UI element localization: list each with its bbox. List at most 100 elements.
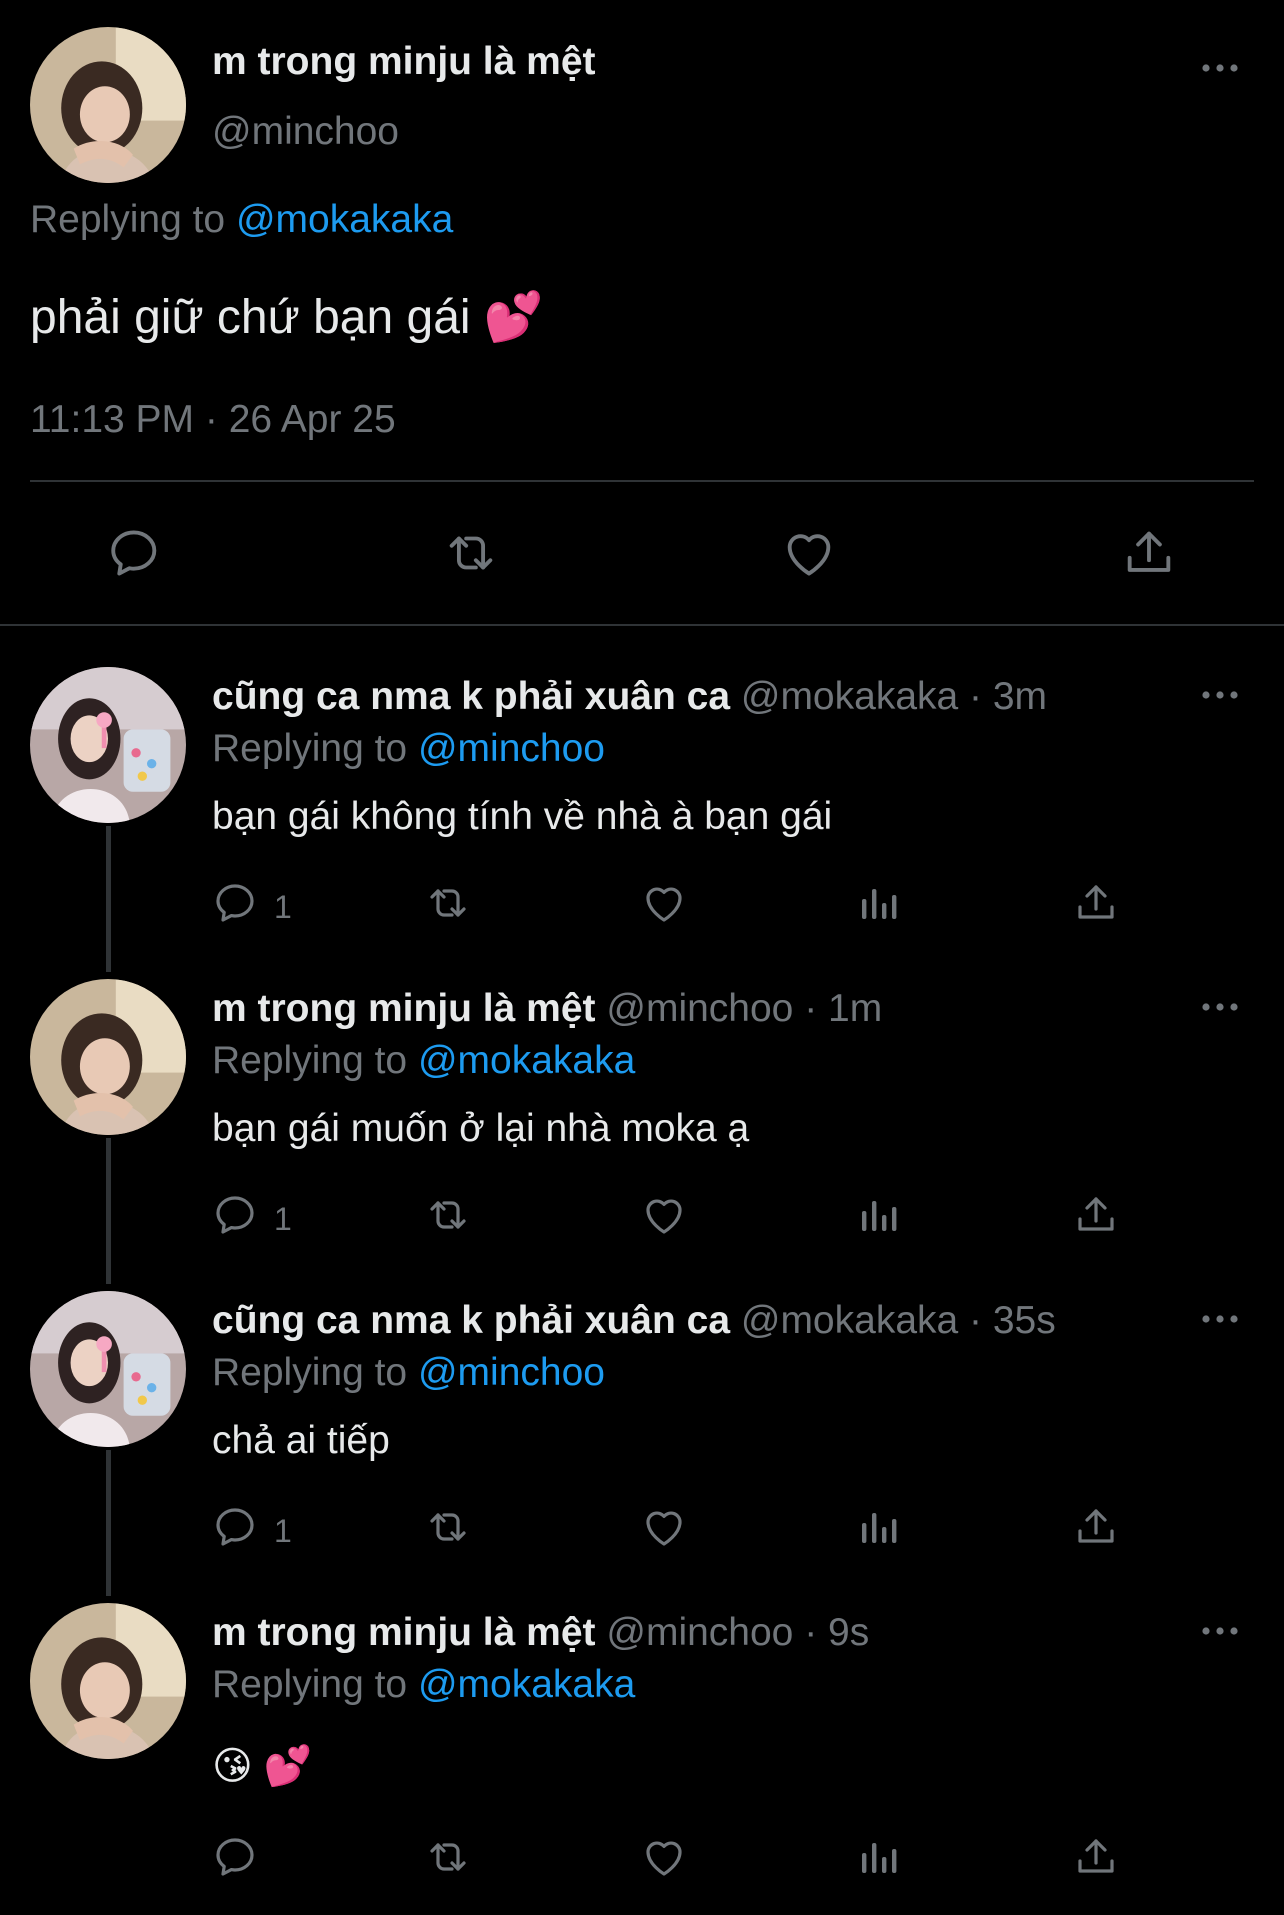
retweet-icon xyxy=(424,879,472,927)
like-button[interactable] xyxy=(640,1833,688,1883)
more-options-icon[interactable] xyxy=(1200,1001,1240,1013)
avatar[interactable] xyxy=(30,1603,186,1759)
share-icon xyxy=(1120,524,1178,582)
views-button[interactable] xyxy=(856,1833,904,1883)
avatar[interactable] xyxy=(30,979,186,1135)
reply-count: 1 xyxy=(274,1513,292,1549)
retweet-icon xyxy=(442,524,500,582)
replying-to-link[interactable]: @minchoo xyxy=(418,1351,605,1394)
handle[interactable]: @mokakaka xyxy=(741,1299,958,1342)
replying-to: Replying to @minchoo xyxy=(212,1351,605,1395)
views-button[interactable] xyxy=(856,1191,904,1241)
replying-to-link[interactable]: @mokakaka xyxy=(418,1039,635,1082)
handle[interactable]: @minchoo xyxy=(212,110,399,154)
reply-icon xyxy=(212,1191,260,1239)
reply-tweet[interactable]: m trong minju là mệt @minchoo · 1m Reply… xyxy=(0,979,1284,1291)
avatar[interactable] xyxy=(30,1291,186,1447)
share-icon xyxy=(1072,1503,1120,1551)
replying-prefix: Replying to xyxy=(212,1663,418,1706)
share-button[interactable] xyxy=(1120,524,1178,582)
reply-button[interactable] xyxy=(106,524,164,582)
display-name[interactable]: m trong minju là mệt xyxy=(212,1611,596,1654)
retweet-button[interactable] xyxy=(442,524,500,582)
display-name[interactable]: cũng ca nma k phải xuân ca xyxy=(212,675,730,718)
views-icon xyxy=(856,1191,904,1239)
display-name[interactable]: m trong minju là mệt xyxy=(212,987,596,1030)
avatar[interactable] xyxy=(30,27,186,183)
reply-icon xyxy=(212,879,260,927)
more-options-icon[interactable] xyxy=(1200,1625,1240,1637)
share-button[interactable] xyxy=(1072,1191,1120,1241)
reply-icon xyxy=(212,1833,260,1881)
replying-to-link[interactable]: @minchoo xyxy=(418,727,605,770)
views-button[interactable] xyxy=(856,1503,904,1553)
more-options-icon[interactable] xyxy=(1200,689,1240,701)
share-icon xyxy=(1072,1191,1120,1239)
display-name[interactable]: m trong minju là mệt xyxy=(212,40,596,84)
reply-icon xyxy=(212,1503,260,1551)
divider xyxy=(30,480,1254,482)
more-options-icon[interactable] xyxy=(1200,62,1240,74)
replying-to: Replying to @minchoo xyxy=(212,727,605,771)
views-icon xyxy=(856,1833,904,1881)
retweet-button[interactable] xyxy=(424,879,472,929)
tweet-header: m trong minju là mệt @minchoo · 9s xyxy=(212,1611,869,1655)
like-button[interactable] xyxy=(640,879,688,929)
relative-time[interactable]: · 3m xyxy=(969,675,1047,718)
views-icon xyxy=(856,1503,904,1551)
like-icon xyxy=(640,1833,688,1881)
reply-button[interactable] xyxy=(212,1833,260,1883)
like-button[interactable] xyxy=(780,524,838,582)
reply-tweet[interactable]: cũng ca nma k phải xuân ca @mokakaka · 3… xyxy=(0,1291,1284,1603)
retweet-button[interactable] xyxy=(424,1833,472,1883)
replying-to-link[interactable]: @mokakaka xyxy=(236,198,453,241)
views-icon xyxy=(856,879,904,927)
like-icon xyxy=(640,1191,688,1239)
retweet-icon xyxy=(424,1833,472,1881)
timestamp[interactable]: 11:13 PM · 26 Apr 25 xyxy=(30,398,396,442)
relative-time[interactable]: · 35s xyxy=(969,1299,1056,1342)
handle[interactable]: @minchoo xyxy=(606,987,793,1030)
reply-button[interactable]: 1 xyxy=(212,1191,292,1241)
reply-count: 1 xyxy=(274,1201,292,1237)
like-icon xyxy=(780,524,838,582)
tweet-header: cũng ca nma k phải xuân ca @mokakaka · 3… xyxy=(212,1299,1056,1343)
display-name[interactable]: cũng ca nma k phải xuân ca xyxy=(212,1299,730,1342)
tweet-header: cũng ca nma k phải xuân ca @mokakaka · 3… xyxy=(212,675,1047,719)
replying-to-link[interactable]: @mokakaka xyxy=(418,1663,635,1706)
reply-count: 1 xyxy=(274,889,292,925)
share-button[interactable] xyxy=(1072,1503,1120,1553)
reply-button[interactable]: 1 xyxy=(212,1503,292,1553)
reply-tweet[interactable]: m trong minju là mệt @minchoo · 9s Reply… xyxy=(0,1603,1284,1915)
tweet-text: phải giữ chứ bạn gái 💕 xyxy=(30,291,544,344)
like-button[interactable] xyxy=(640,1503,688,1553)
retweet-icon xyxy=(424,1191,472,1239)
tweet-text: chả ai tiếp xyxy=(212,1419,390,1462)
main-tweet: m trong minju là mệt @minchoo Replying t… xyxy=(0,0,1284,626)
retweet-button[interactable] xyxy=(424,1191,472,1241)
retweet-button[interactable] xyxy=(424,1503,472,1553)
reply-icon xyxy=(106,524,164,582)
like-icon xyxy=(640,879,688,927)
share-button[interactable] xyxy=(1072,1833,1120,1883)
replying-prefix: Replying to xyxy=(212,1351,418,1394)
tweet-header: m trong minju là mệt @minchoo · 1m xyxy=(212,987,882,1031)
more-options-icon[interactable] xyxy=(1200,1313,1240,1325)
share-icon xyxy=(1072,879,1120,927)
share-icon xyxy=(1072,1833,1120,1881)
reply-tweet[interactable]: cũng ca nma k phải xuân ca @mokakaka · 3… xyxy=(0,667,1284,979)
replying-to: Replying to @mokakaka xyxy=(212,1039,635,1083)
share-button[interactable] xyxy=(1072,879,1120,929)
tweet-text: bạn gái muốn ở lại nhà moka ạ xyxy=(212,1107,750,1150)
replying-to: Replying to @mokakaka xyxy=(212,1663,635,1707)
like-button[interactable] xyxy=(640,1191,688,1241)
reply-button[interactable]: 1 xyxy=(212,879,292,929)
handle[interactable]: @minchoo xyxy=(606,1611,793,1654)
relative-time[interactable]: · 9s xyxy=(804,1611,869,1654)
avatar[interactable] xyxy=(30,667,186,823)
handle[interactable]: @mokakaka xyxy=(741,675,958,718)
relative-time[interactable]: · 1m xyxy=(804,987,882,1030)
retweet-icon xyxy=(424,1503,472,1551)
views-button[interactable] xyxy=(856,879,904,929)
replying-prefix: Replying to xyxy=(212,1039,418,1082)
